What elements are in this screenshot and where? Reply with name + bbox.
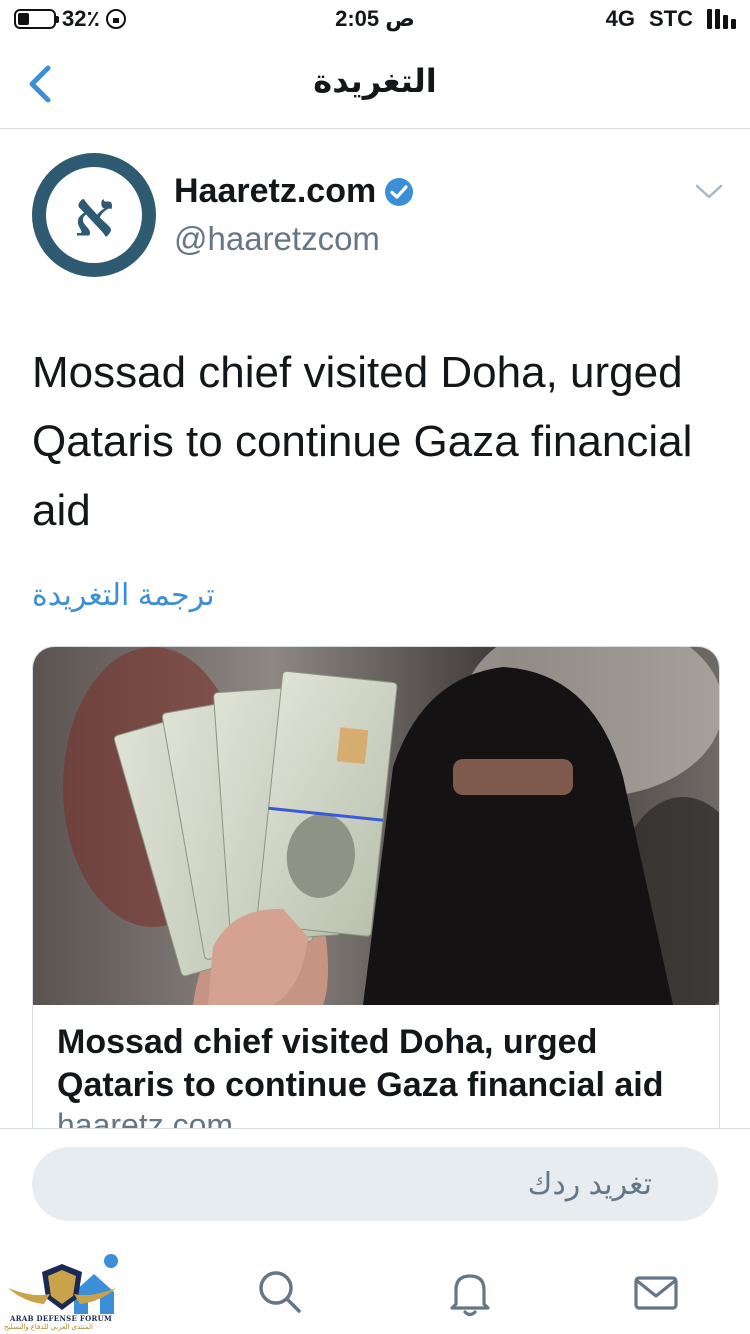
watermark-english: ARAB DEFENSE FORUM <box>10 1314 113 1323</box>
watermark-arabic: المنتدى العربي للدفاع والتسليح <box>4 1324 93 1331</box>
display-name[interactable]: Haaretz.com <box>174 172 376 211</box>
card-image <box>33 647 719 1005</box>
tweet-text: Mossad chief visited Doha, urged Qataris… <box>32 348 693 535</box>
status-bar: 32٪ 2:05 ص 4G STC <box>0 0 750 40</box>
tab-notifications[interactable] <box>440 1262 500 1322</box>
bell-icon <box>450 1274 490 1317</box>
nav-bar: التغريدة <box>0 40 750 129</box>
status-right: 4G STC <box>606 6 736 32</box>
author-name-row[interactable]: Haaretz.com <box>174 172 414 211</box>
search-icon <box>259 1271 301 1313</box>
card-title: Mossad chief visited Doha, urged Qataris… <box>57 1023 664 1104</box>
avatar[interactable]: א <box>32 153 156 277</box>
carrier-name: STC <box>649 6 693 31</box>
reply-input[interactable]: تغريد ردك <box>32 1147 718 1221</box>
tab-messages[interactable] <box>626 1262 686 1322</box>
tab-search[interactable] <box>250 1262 310 1322</box>
user-handle[interactable]: @haaretzcom <box>174 220 380 258</box>
reply-bar: تغريد ردك <box>0 1128 750 1249</box>
page-title: التغريدة <box>313 63 437 99</box>
verified-badge-icon <box>385 177 414 206</box>
link-card[interactable]: Mossad chief visited Doha, urged Qataris… <box>32 646 720 1168</box>
network-type: 4G <box>605 6 635 31</box>
translate-tweet-link[interactable]: ترجمة التغريدة <box>32 578 215 613</box>
signal-icon <box>707 9 736 29</box>
chevron-down-icon[interactable] <box>694 182 724 202</box>
avatar-logo: א <box>74 178 114 251</box>
mail-icon <box>634 1276 678 1310</box>
